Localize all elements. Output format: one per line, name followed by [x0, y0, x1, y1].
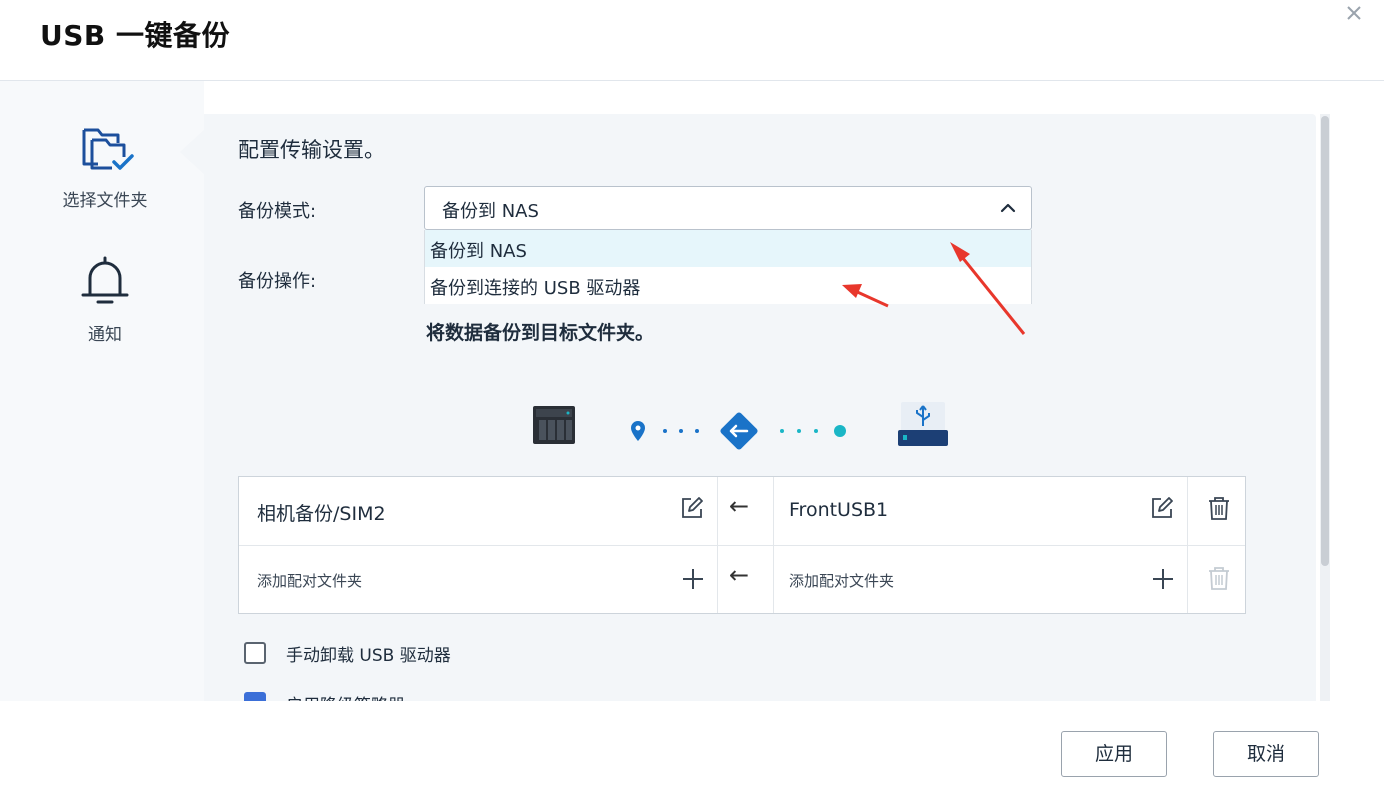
usb-drive-icon	[898, 402, 948, 446]
option-label: 备份到 NAS	[430, 241, 527, 262]
chevron-up-icon	[1000, 203, 1016, 213]
folder-check-icon	[82, 128, 134, 170]
sidebar-item-notification[interactable]: 通知	[30, 254, 180, 345]
backup-mode-dropdown: 备份到 NAS 备份到连接的 USB 驱动器	[424, 230, 1032, 304]
manual-eject-label: 手动卸载 USB 驱动器	[286, 646, 451, 666]
trash-icon-disabled	[1209, 567, 1229, 590]
edit-icon[interactable]	[1149, 495, 1175, 521]
edit-icon[interactable]	[679, 495, 705, 521]
clipped-option-area: 启用降级策略器	[204, 680, 1316, 701]
direction-arrow: ←	[729, 561, 750, 589]
option-label: 备份到连接的 USB 驱动器	[430, 278, 641, 299]
sidebar-item-select-folder[interactable]: 选择文件夹	[30, 122, 180, 211]
add-source-icon[interactable]	[680, 566, 706, 592]
folder-pairs-table: 相机备份/SIM2 ← FrontUSB1 添加配对文件夹 ← 添加配对文件夹	[238, 476, 1246, 614]
manual-eject-checkbox[interactable]	[244, 642, 266, 664]
nas-device-icon	[533, 406, 575, 444]
apply-button[interactable]: 应用	[1061, 731, 1167, 777]
close-icon[interactable]	[1343, 2, 1365, 24]
option-backup-to-nas[interactable]: 备份到 NAS	[425, 230, 1031, 267]
flow-dot	[695, 429, 699, 433]
backup-mode-label: 备份模式:	[238, 201, 317, 222]
add-source-folder-label: 添加配对文件夹	[257, 572, 363, 590]
location-pin-icon	[631, 421, 645, 441]
flow-dot	[663, 429, 667, 433]
target-folder: FrontUSB1	[789, 499, 889, 521]
trash-icon[interactable]	[1206, 495, 1232, 521]
flow-dot	[797, 429, 801, 433]
bell-icon	[81, 256, 129, 304]
flow-dot	[780, 429, 784, 433]
direction-arrow-icon	[720, 412, 758, 450]
flow-endpoint	[834, 425, 846, 437]
sidebar-item-label: 通知	[88, 325, 122, 345]
dialog-footer	[0, 701, 1384, 806]
backup-operation-description: 将数据备份到目标文件夹。	[426, 322, 655, 344]
title-bar: USB 一键备份	[0, 0, 1384, 81]
panel-pointer	[180, 130, 204, 174]
backup-mode-select[interactable]: 备份到 NAS	[424, 186, 1032, 230]
cancel-button[interactable]: 取消	[1213, 731, 1319, 777]
section-heading: 配置传输设置。	[238, 138, 385, 162]
add-target-icon[interactable]	[1150, 566, 1176, 592]
option-backup-to-usb[interactable]: 备份到连接的 USB 驱动器	[425, 267, 1031, 304]
scrollbar-thumb[interactable]	[1321, 116, 1329, 566]
direction-arrow: ←	[729, 492, 750, 520]
table-row: 添加配对文件夹 ← 添加配对文件夹	[239, 546, 1245, 613]
flow-dot	[679, 429, 683, 433]
backup-mode-value: 备份到 NAS	[442, 201, 539, 222]
fallback-label: 启用降级策略器	[286, 691, 405, 701]
dialog-title: USB 一键备份	[40, 19, 230, 52]
backup-operation-label: 备份操作:	[238, 271, 317, 292]
table-row: 相机备份/SIM2 ← FrontUSB1	[239, 477, 1245, 546]
add-target-folder-label: 添加配对文件夹	[789, 572, 895, 590]
fallback-checkbox[interactable]	[244, 692, 266, 701]
sidebar-item-label: 选择文件夹	[62, 191, 148, 211]
flow-dot	[814, 429, 818, 433]
source-folder: 相机备份/SIM2	[257, 503, 386, 525]
